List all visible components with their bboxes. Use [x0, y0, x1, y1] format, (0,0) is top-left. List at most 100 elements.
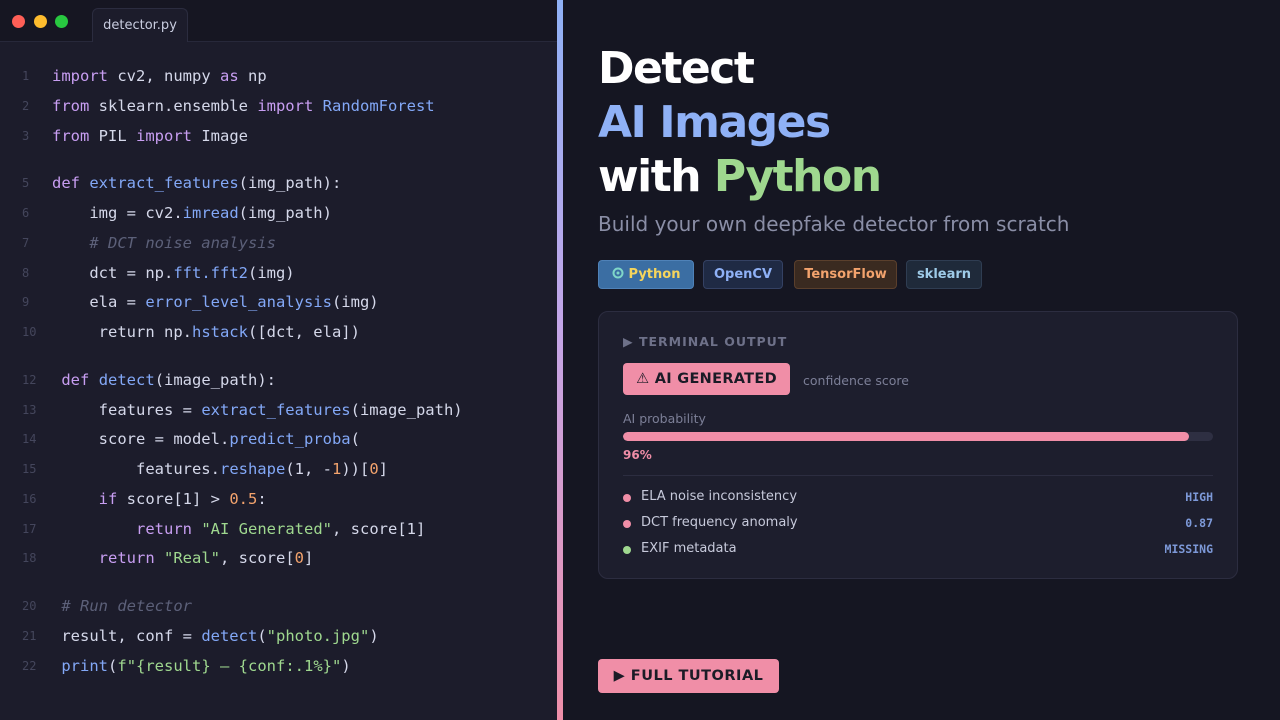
tag-label: TensorFlow: [804, 267, 887, 282]
indicator-row: ELA noise inconsistency HIGH: [623, 488, 1213, 508]
code-line: 6 img = cv2.imread(img_path): [0, 201, 557, 225]
line-number: 8: [22, 266, 30, 280]
code-token: img = cv2.: [52, 204, 183, 222]
code-token: sklearn.ensemble: [89, 97, 258, 115]
code-token: ): [341, 657, 351, 675]
code-token: return np.: [52, 323, 192, 341]
line-number: 9: [22, 295, 30, 309]
code-text: return "Real", score[0]: [52, 546, 314, 570]
headline-line-3: with Python: [598, 151, 882, 203]
code-token: ela =: [52, 293, 146, 311]
code-token: (img): [247, 264, 295, 282]
terminal-separator: [623, 475, 1213, 476]
indicator-label: EXIF metadata: [641, 541, 737, 556]
indicator-row: EXIF metadata MISSING: [623, 540, 1213, 560]
code-token: return: [136, 520, 192, 538]
code-token: "AI Generated": [201, 520, 332, 538]
tag-tensorflow[interactable]: TensorFlow: [794, 260, 897, 289]
code-text: return np.hstack([dct, ela]): [52, 320, 360, 344]
code-line: 8 dct = np.fft.fft2(img): [0, 261, 557, 285]
code-token: def: [52, 174, 80, 192]
code-text: result, conf = detect("photo.jpg"): [52, 624, 378, 648]
code-token: extract_features: [201, 401, 351, 419]
verdict-badge: ⚠ AI GENERATED: [623, 363, 790, 395]
code-area[interactable]: 1 import cv2, numpy as np 2 from sklearn.en…: [0, 0, 557, 720]
code-token: f"{result} — {conf:.1%}": [117, 657, 342, 675]
line-number: 2: [22, 99, 30, 113]
line-number: 18: [22, 551, 37, 565]
headline-line-1: Detect: [598, 43, 755, 94]
code-token: features =: [52, 401, 202, 419]
code-token: def: [61, 371, 90, 389]
code-line: 10 return np.hstack([dct, ela]): [0, 320, 557, 344]
headline-highlight: Python: [713, 151, 882, 202]
tag-label: sklearn: [916, 267, 972, 282]
line-number: 16: [22, 492, 37, 506]
code-token: features.: [52, 460, 220, 478]
probability-label: AI probability: [623, 411, 706, 426]
tag-python[interactable]: Python: [598, 260, 694, 289]
code-token: ]: [304, 549, 314, 567]
terminal-title: ▶ TERMINAL OUTPUT: [623, 334, 788, 349]
code-line: 16 if score[1] > 0.5:: [0, 487, 557, 511]
code-token: (: [257, 627, 267, 645]
code-token: (: [108, 657, 118, 675]
code-token: np: [238, 67, 267, 85]
status-dot-icon: [623, 546, 631, 554]
code-token: (: [350, 430, 360, 448]
code-token: predict_proba: [229, 430, 351, 448]
code-text: print(f"{result} — {conf:.1%}"): [52, 654, 351, 678]
code-text: features = extract_features(image_path): [52, 398, 463, 422]
code-token: detect: [98, 371, 155, 389]
code-token: , score[: [220, 549, 295, 567]
code-token: :: [257, 490, 267, 508]
status-dot-icon: [623, 494, 631, 502]
full-tutorial-button[interactable]: ▶ FULL TUTORIAL: [598, 659, 779, 693]
tag-sklearn[interactable]: sklearn: [906, 260, 982, 289]
code-line: 14 score = model.predict_proba(: [0, 427, 557, 451]
hero-panel: Detect AI Images with Python Build your …: [563, 0, 1280, 720]
tag-opencv[interactable]: OpenCV: [703, 260, 783, 289]
line-number: 20: [22, 599, 37, 613]
line-number: 13: [22, 403, 37, 417]
status-dot-icon: [623, 520, 631, 528]
code-text: from sklearn.ensemble import RandomFores…: [52, 94, 435, 118]
code-line: 15 features.reshape(1, -1))[0]: [0, 457, 557, 481]
line-number: 7: [22, 236, 30, 250]
code-text: img = cv2.imread(img_path): [52, 201, 332, 225]
indicator-value: HIGH: [1185, 490, 1213, 504]
line-number: 6: [22, 206, 30, 220]
headline-prefix: with: [598, 151, 714, 202]
code-token: if: [98, 490, 118, 508]
code-token: result, conf =: [52, 627, 202, 645]
code-token: import: [136, 127, 192, 145]
indicator-label: ELA noise inconsistency: [641, 489, 798, 504]
line-number: 21: [22, 629, 37, 643]
code-line: 13 features = extract_features(image_pat…: [0, 398, 557, 422]
code-token: "photo.jpg": [266, 627, 370, 645]
code-token: hstack: [191, 323, 248, 341]
code-token: error_level_analysis: [145, 293, 332, 311]
code-token: 1: [331, 460, 342, 478]
line-number: 3: [22, 129, 30, 143]
code-token: detect: [201, 627, 258, 645]
code-text: def detect(image_path):: [52, 368, 276, 392]
code-line: 17 return "AI Generated", score[1]: [0, 517, 557, 541]
code-token: RandomForest: [322, 97, 435, 115]
code-token: 0: [369, 460, 379, 478]
code-text: # Run detector: [52, 594, 192, 618]
code-token: # Run detector: [52, 597, 192, 615]
probability-bar-fill: [623, 432, 1190, 441]
code-text: features.reshape(1, -1))[0]: [52, 457, 388, 481]
code-line: 21 result, conf = detect("photo.jpg"): [0, 624, 557, 648]
probability-bar: [623, 432, 1213, 441]
code-token: ))[: [341, 460, 370, 478]
code-token: print: [61, 657, 109, 675]
